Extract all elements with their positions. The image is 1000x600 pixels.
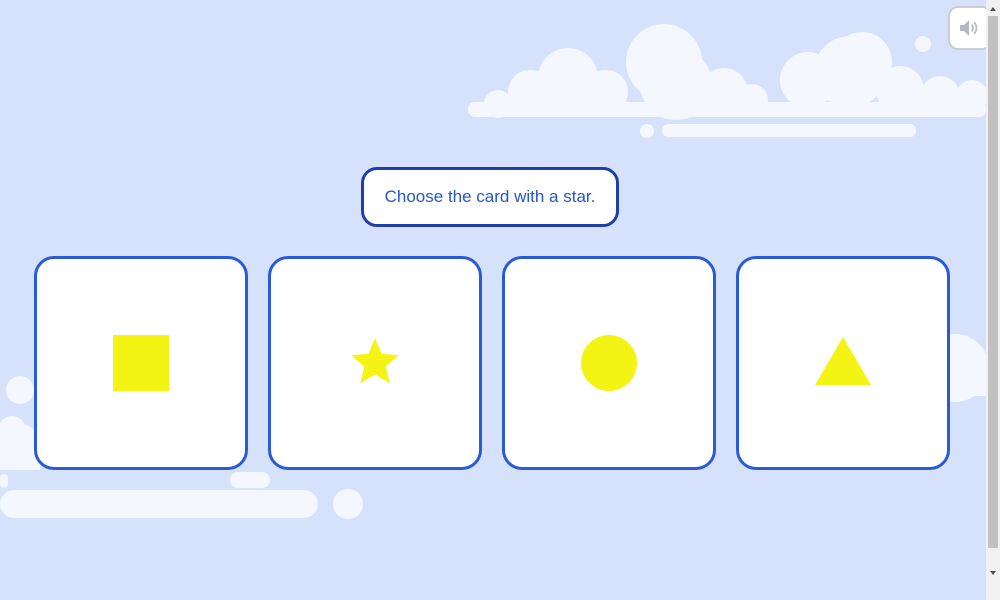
speaker-icon	[960, 20, 978, 36]
card-circle[interactable]	[502, 256, 716, 470]
card-square[interactable]	[34, 256, 248, 470]
scroll-up-arrow-icon[interactable]	[986, 2, 1000, 16]
instruction-text: Choose the card with a star.	[384, 187, 596, 206]
star-shape-icon	[351, 338, 399, 384]
square-shape-icon	[113, 335, 169, 391]
vertical-scrollbar[interactable]	[986, 0, 1000, 600]
scroll-down-arrow-icon[interactable]	[986, 566, 1000, 580]
card-star[interactable]	[268, 256, 482, 470]
circle-shape-icon	[581, 335, 637, 391]
triangle-shape-icon	[815, 337, 871, 385]
scrollbar-thumb[interactable]	[988, 16, 998, 548]
card-triangle[interactable]	[736, 256, 950, 470]
game-stage: Choose the card with a star.	[0, 0, 986, 600]
instruction-prompt: Choose the card with a star.	[361, 167, 619, 227]
